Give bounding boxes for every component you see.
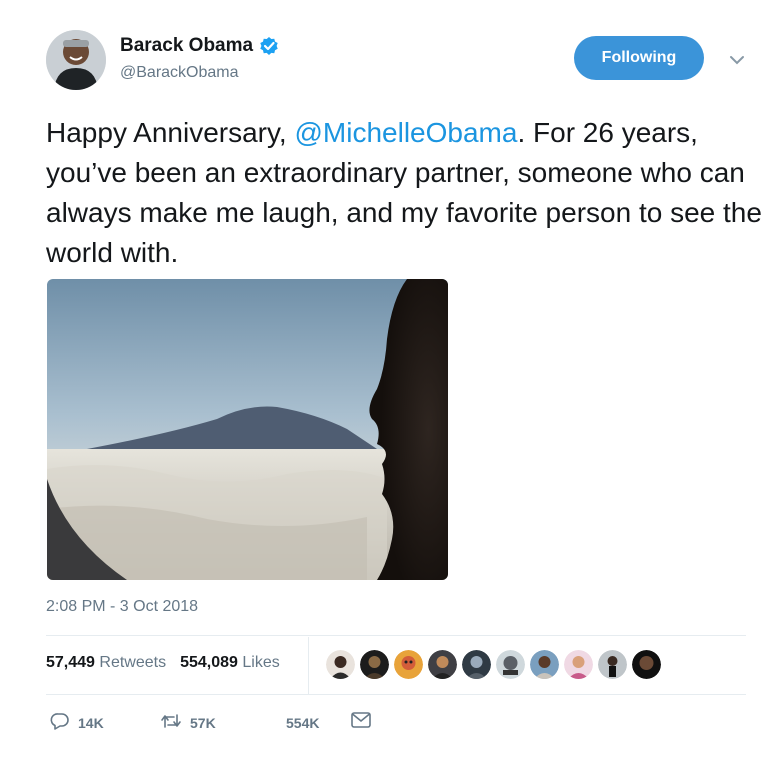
mention-link[interactable]: @MichelleObama (295, 117, 518, 148)
retweets-label: Retweets (99, 654, 167, 671)
liker-avatar[interactable] (428, 650, 457, 679)
liker-avatar[interactable] (360, 650, 389, 679)
divider (46, 635, 746, 636)
heart-icon (258, 711, 278, 734)
retweet-count: 57K (190, 714, 216, 731)
chevron-down-icon[interactable] (727, 52, 747, 68)
direct-message-button[interactable] (350, 711, 372, 732)
reply-button[interactable]: 14K (50, 711, 104, 734)
tweet-text: Happy Anniversary, @MichelleObama. For 2… (46, 113, 766, 273)
likes-stat[interactable]: 554,089 Likes (180, 654, 280, 672)
retweets-count: 57,449 (46, 654, 95, 671)
like-button[interactable]: 554K (258, 711, 319, 734)
author-name[interactable]: Barack Obama (120, 35, 253, 57)
author-handle[interactable]: @BarackObama (120, 64, 239, 82)
liker-avatar[interactable] (394, 650, 423, 679)
tweet-photo[interactable] (47, 279, 448, 580)
likes-count: 554,089 (180, 654, 238, 671)
liker-avatar[interactable] (598, 650, 627, 679)
retweet-button[interactable]: 57K (160, 711, 216, 734)
following-button[interactable]: Following (574, 36, 704, 80)
liker-avatar[interactable] (564, 650, 593, 679)
envelope-icon (350, 711, 372, 732)
reply-icon (50, 711, 70, 734)
retweet-icon (160, 711, 182, 734)
likes-label: Likes (242, 654, 280, 671)
tweet-text-intro: Happy Anniversary, (46, 117, 295, 148)
liker-avatar[interactable] (496, 650, 525, 679)
tweet-timestamp[interactable]: 2:08 PM - 3 Oct 2018 (46, 598, 198, 616)
retweets-stat[interactable]: 57,449 Retweets (46, 654, 166, 672)
liker-avatar[interactable] (462, 650, 491, 679)
author-avatar[interactable] (46, 30, 106, 90)
tweet-actions: 14K 57K 554K (0, 711, 783, 741)
divider (46, 694, 746, 695)
verified-badge-icon (259, 36, 279, 56)
liker-avatar[interactable] (326, 650, 355, 679)
like-count: 554K (286, 714, 320, 731)
tweet-stats: 57,449 Retweets 554,089 Likes (46, 654, 280, 672)
reply-count: 14K (78, 714, 104, 731)
author-name-row[interactable]: Barack Obama (120, 35, 279, 57)
stats-separator (308, 637, 309, 694)
likers-avatars (326, 650, 661, 679)
liker-avatar[interactable] (530, 650, 559, 679)
liker-avatar[interactable] (632, 650, 661, 679)
